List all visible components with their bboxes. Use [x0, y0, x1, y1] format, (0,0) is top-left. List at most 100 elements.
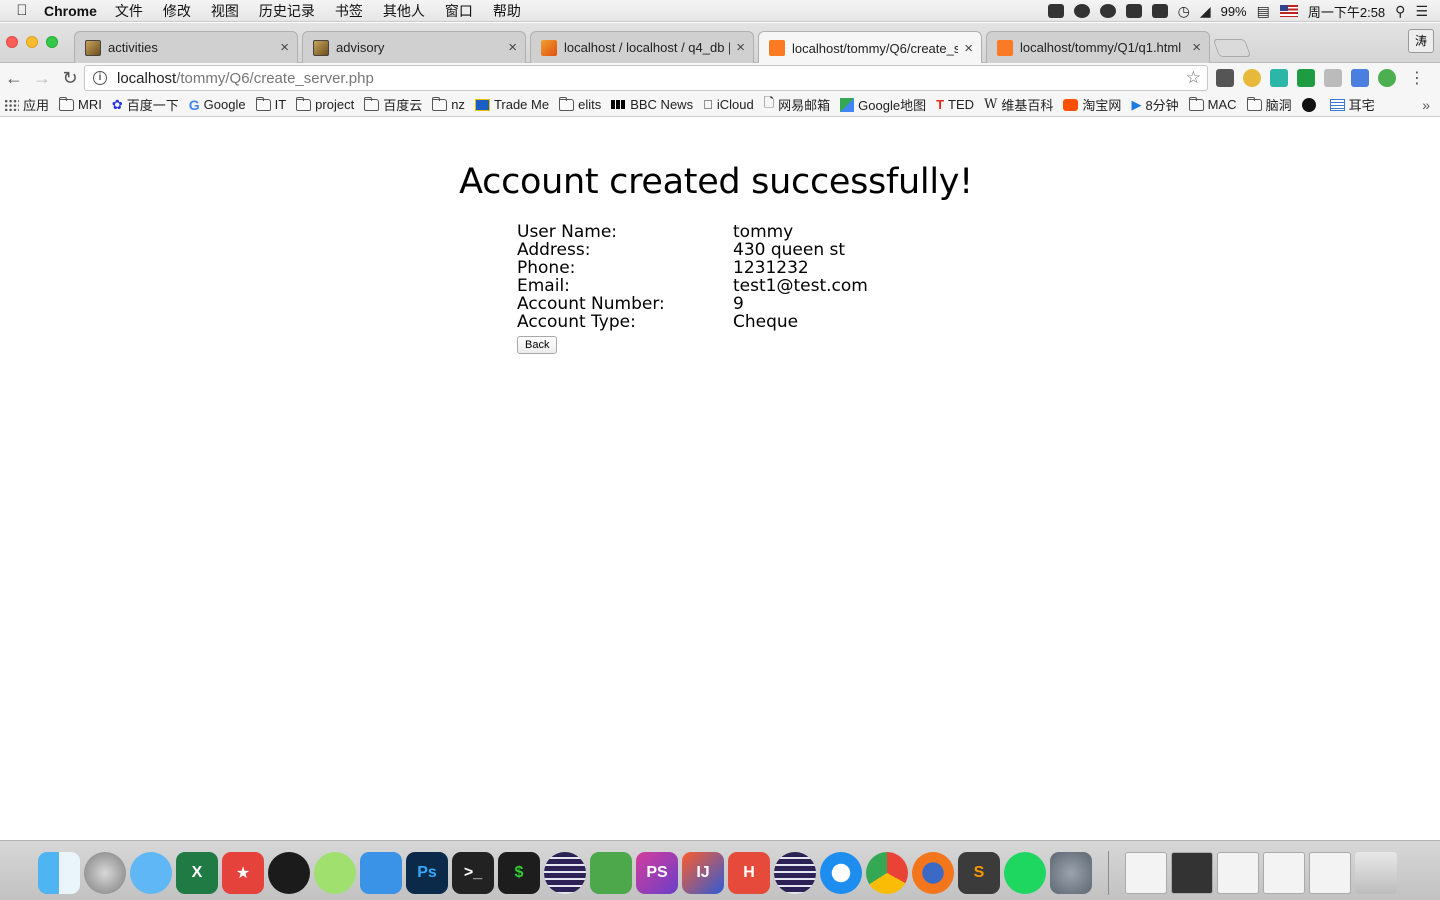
- evernote-extension-icon[interactable]: [1378, 69, 1396, 87]
- bookmark-apps[interactable]: 应用: [4, 95, 49, 114]
- tab-close-icon[interactable]: ×: [280, 39, 289, 56]
- qq-tray-icon[interactable]: [1099, 4, 1116, 18]
- menu-people[interactable]: 其他人: [383, 1, 425, 21]
- new-tab-button[interactable]: [1212, 39, 1252, 57]
- file-stack-icon[interactable]: [1263, 852, 1305, 894]
- tab-activities[interactable]: activities ×: [74, 31, 298, 63]
- bookmark-folder-baiduyun[interactable]: 百度云: [364, 95, 422, 114]
- qq-icon[interactable]: [268, 852, 310, 894]
- menu-edit[interactable]: 修改: [163, 1, 191, 21]
- menu-window[interactable]: 窗口: [445, 1, 473, 21]
- eclipse-icon[interactable]: [544, 852, 586, 894]
- clock[interactable]: 周一下午2:58: [1308, 2, 1385, 21]
- bookmark-folder-mac[interactable]: MAC: [1188, 96, 1237, 112]
- evernote-icon[interactable]: [590, 852, 632, 894]
- eclipse-icon[interactable]: [774, 852, 816, 894]
- menu-help[interactable]: 帮助: [493, 1, 521, 21]
- bookmark-folder-naodong[interactable]: 脑洞: [1246, 95, 1292, 114]
- menu-history[interactable]: 历史记录: [259, 1, 315, 21]
- lock-extension-icon[interactable]: [1216, 69, 1234, 87]
- bookmark-8min[interactable]: ▶ 8分钟: [1131, 95, 1178, 114]
- document-stack-icon[interactable]: [1125, 852, 1167, 894]
- bookmark-segmentfault[interactable]: [1301, 97, 1320, 112]
- check-extension-icon[interactable]: [1243, 69, 1261, 87]
- firefox-icon[interactable]: [912, 852, 954, 894]
- notification-center-icon[interactable]: ☰: [1415, 3, 1428, 20]
- cloud-tray-icon[interactable]: [1151, 4, 1168, 18]
- bookmark-ted[interactable]: T TED: [936, 97, 974, 112]
- reload-icon[interactable]: ↻: [56, 68, 84, 89]
- screenshot-stack-icon[interactable]: [1171, 852, 1213, 894]
- menu-file[interactable]: 文件: [115, 1, 143, 21]
- tab-close-icon[interactable]: ×: [508, 39, 517, 56]
- profile-button[interactable]: 涛: [1408, 29, 1434, 53]
- bookmark-star-icon[interactable]: ☆: [1186, 68, 1201, 88]
- tab-create-server[interactable]: localhost/tommy/Q6/create_se ×: [758, 31, 982, 64]
- menu-bookmarks[interactable]: 书签: [335, 1, 363, 21]
- bookmark-icloud[interactable]: iCloud: [703, 97, 754, 112]
- intellij-icon[interactable]: IJ: [682, 852, 724, 894]
- wechat-tray-icon[interactable]: [1073, 4, 1090, 18]
- bookmark-trademe[interactable]: Trade Me: [474, 97, 549, 112]
- bookmark-wikipedia[interactable]: W 维基百科: [984, 95, 1053, 114]
- tab-close-icon[interactable]: ×: [736, 39, 745, 56]
- bookmark-folder-project[interactable]: project: [296, 96, 354, 112]
- input-source-flag-icon[interactable]: [1279, 5, 1298, 17]
- sublime-text-icon[interactable]: S: [958, 852, 1000, 894]
- wifi-icon[interactable]: ◢: [1200, 3, 1211, 20]
- close-window-button[interactable]: [6, 36, 18, 48]
- forward-arrow-icon[interactable]: →: [28, 68, 56, 89]
- shield-extension-icon[interactable]: [1297, 69, 1315, 87]
- battery-percent[interactable]: 99%: [1221, 4, 1247, 19]
- bookmark-erzhai[interactable]: 耳宅: [1329, 95, 1375, 114]
- camera-extension-icon[interactable]: [1324, 69, 1342, 87]
- app-menu-chrome[interactable]: Chrome: [44, 3, 97, 19]
- address-bar[interactable]: i localhost/tommy/Q6/create_server.php ☆: [84, 65, 1208, 91]
- bookmark-google[interactable]: G Google: [189, 97, 246, 113]
- tab-close-icon[interactable]: ×: [964, 40, 973, 57]
- bookmark-folder-mri[interactable]: MRI: [59, 96, 102, 112]
- bookmark-folder-nz[interactable]: nz: [432, 96, 465, 112]
- chrome-menu-icon[interactable]: ⋮: [1409, 68, 1425, 88]
- tab-close-icon[interactable]: ×: [1192, 39, 1201, 56]
- html-editor-icon[interactable]: H: [728, 852, 770, 894]
- safari-icon[interactable]: [820, 852, 862, 894]
- terminal-icon[interactable]: >_: [452, 852, 494, 894]
- chrome-icon[interactable]: [866, 852, 908, 894]
- messages-icon[interactable]: [130, 852, 172, 894]
- maximize-window-button[interactable]: [46, 36, 58, 48]
- screenshot-extension-icon[interactable]: [1270, 69, 1288, 87]
- system-preferences-icon[interactable]: [1050, 852, 1092, 894]
- bookmark-folder-it[interactable]: IT: [255, 96, 286, 112]
- site-info-icon[interactable]: i: [93, 71, 107, 85]
- tab-q1[interactable]: localhost/tommy/Q1/q1.html ×: [986, 31, 1210, 63]
- launchpad-icon[interactable]: [84, 852, 126, 894]
- back-button[interactable]: Back: [517, 336, 558, 354]
- bookmark-taobao[interactable]: 淘宝网: [1063, 95, 1121, 114]
- apple-menu-icon[interactable]: : [0, 2, 44, 19]
- bookmark-163-mail[interactable]: 🗋 网易邮箱: [764, 94, 830, 116]
- back-arrow-icon[interactable]: ←: [0, 68, 28, 89]
- downloads-stack-icon[interactable]: [1309, 852, 1351, 894]
- photoshop-icon[interactable]: Ps: [406, 852, 448, 894]
- app-store-icon[interactable]: [360, 852, 402, 894]
- tab-phpmyadmin[interactable]: localhost / localhost / q4_db | ×: [530, 31, 754, 63]
- wunderlist-icon[interactable]: ★: [222, 852, 264, 894]
- bookmark-baidu[interactable]: ✿ 百度一下: [112, 95, 179, 114]
- translate-extension-icon[interactable]: [1351, 69, 1369, 87]
- console-icon[interactable]: $: [498, 852, 540, 894]
- evernote-tray-icon[interactable]: [1047, 4, 1064, 18]
- battery-icon[interactable]: ▤: [1257, 3, 1270, 20]
- excel-icon[interactable]: X: [176, 852, 218, 894]
- bookmark-tray-icon[interactable]: [1125, 4, 1142, 18]
- more-bookmarks-chevron-icon[interactable]: »: [1422, 97, 1430, 113]
- time-machine-icon[interactable]: ◷: [1178, 3, 1190, 20]
- file-stack-icon[interactable]: [1217, 852, 1259, 894]
- finder-icon[interactable]: [38, 852, 80, 894]
- trash-icon[interactable]: [1355, 852, 1397, 894]
- spotify-icon[interactable]: [1004, 852, 1046, 894]
- minimize-window-button[interactable]: [26, 36, 38, 48]
- bookmark-bbc-news[interactable]: BBC News: [611, 97, 693, 112]
- bookmark-folder-elits[interactable]: elits: [559, 96, 601, 112]
- menu-view[interactable]: 视图: [211, 1, 239, 21]
